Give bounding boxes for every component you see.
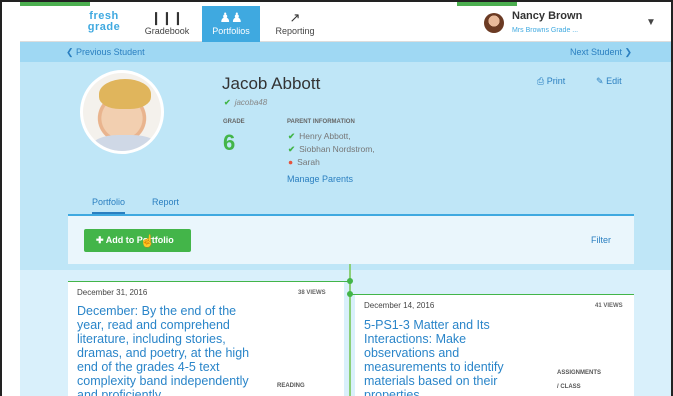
print-button[interactable]: ⎙ Print xyxy=(537,76,565,87)
edit-button[interactable]: ✎ Edit xyxy=(596,76,622,87)
card-title-line: materials based on their xyxy=(364,374,498,388)
user-menu[interactable]: Nancy Brown Mrs Browns Grade ... ▼ xyxy=(478,9,668,39)
parent-name: Sarah xyxy=(297,157,320,167)
manage-parents-link[interactable]: Manage Parents xyxy=(287,174,353,184)
portfolio-card[interactable]: December 31, 2016 38 VIEWS December: By … xyxy=(68,282,344,396)
user-class: Mrs Browns Grade ... xyxy=(512,27,579,34)
chevron-down-icon: ▼ xyxy=(646,17,656,28)
parent-name: Henry Abbott, xyxy=(299,131,351,141)
grade-value: 6 xyxy=(223,130,236,155)
freshgrade-logo[interactable]: fresh grade xyxy=(84,11,124,33)
card-views: 41 VIEWS xyxy=(595,303,623,309)
card-category: READING xyxy=(277,383,305,389)
portfolios-icon: ♟♟ xyxy=(219,10,243,25)
card-title-line: 5-PS1-3 Matter and Its xyxy=(364,318,490,332)
hand-cursor-icon: ☝ xyxy=(140,234,155,248)
check-icon: ✔ xyxy=(288,131,296,141)
avatar-hair xyxy=(99,79,151,109)
previous-student-label: Previous Student xyxy=(76,47,145,57)
card-title-line: observations and xyxy=(364,346,460,360)
student-navigation-bar: ❮ Previous Student Next Student ❯ xyxy=(20,42,671,62)
top-navigation: fresh grade ❙❙❙ Gradebook ♟♟ Portfolios … xyxy=(20,6,671,42)
reporting-icon: ↗ xyxy=(289,10,301,25)
parent-item: ● Sarah xyxy=(288,157,320,167)
tab-portfolio[interactable]: Portfolio xyxy=(92,197,126,214)
filter-link[interactable]: Filter xyxy=(591,235,611,245)
card-title-line: year, read and comprehend xyxy=(77,318,230,332)
plus-icon: ✚ xyxy=(96,235,104,245)
print-label: Print xyxy=(546,76,566,86)
card-title-line: measurements to identify xyxy=(364,360,504,374)
card-title-line: dramas, and poetry, at the high xyxy=(77,346,250,360)
gradebook-icon: ❙❙❙ xyxy=(150,10,184,25)
nav-gradebook-label: Gradebook xyxy=(144,26,190,36)
card-title-line: Interactions: Make xyxy=(364,332,467,346)
student-username: ✔ jacoba48 xyxy=(224,98,267,107)
card-views: 38 VIEWS xyxy=(298,290,326,296)
edit-label: Edit xyxy=(606,76,622,86)
card-title-line: literature, including stories, xyxy=(77,332,226,346)
logo-line-2: grade xyxy=(87,21,121,33)
card-category: ASSIGNMENTS xyxy=(557,370,602,376)
printer-icon: ⎙ xyxy=(537,76,545,86)
card-title-line: and proficiently. xyxy=(77,388,164,396)
check-icon: ✔ xyxy=(288,144,296,154)
nav-reporting[interactable]: ↗ Reporting xyxy=(266,6,324,42)
card-date: December 14, 2016 xyxy=(364,301,435,310)
card-title-line: December: By the end of the xyxy=(77,304,237,318)
parent-name: Siobhan Nordstrom, xyxy=(299,144,375,154)
timeline-dot xyxy=(347,278,353,284)
parent-information-label: PARENT INFORMATION xyxy=(287,119,355,125)
card-category: / CLASS xyxy=(557,384,581,390)
card-title-line: end of the grades 4-5 text xyxy=(77,360,220,374)
nav-gradebook[interactable]: ❙❙❙ Gradebook xyxy=(138,6,196,42)
next-student-link[interactable]: Next Student ❯ xyxy=(570,47,632,58)
student-username-text: jacoba48 xyxy=(234,98,268,107)
add-to-portfolio-button[interactable]: ✚ Add to Portfolio xyxy=(84,229,191,252)
tab-report[interactable]: Report xyxy=(152,197,179,207)
user-avatar xyxy=(484,13,504,33)
card-date: December 31, 2016 xyxy=(77,288,148,297)
app-frame: fresh grade ❙❙❙ Gradebook ♟♟ Portfolios … xyxy=(0,0,673,396)
tab-bar: Portfolio Report xyxy=(68,197,634,215)
student-avatar xyxy=(80,70,164,154)
nav-portfolios-label: Portfolios xyxy=(212,26,250,36)
nav-portfolios[interactable]: ♟♟ Portfolios xyxy=(202,6,260,42)
card-title-line: complexity band independently xyxy=(77,374,249,388)
nav-reporting-label: Reporting xyxy=(275,26,315,36)
parent-item: ✔ Henry Abbott, xyxy=(288,131,351,142)
student-name: Jacob Abbott xyxy=(222,74,321,93)
parent-item: ✔ Siobhan Nordstrom, xyxy=(288,144,375,155)
check-icon: ✔ xyxy=(224,98,231,107)
alert-icon: ● xyxy=(288,157,294,167)
card-title-line: properties. xyxy=(364,388,424,396)
user-name: Nancy Brown xyxy=(512,10,583,22)
timeline-dot xyxy=(347,291,353,297)
grade-label: GRADE xyxy=(223,119,245,125)
portfolio-card[interactable]: December 14, 2016 41 VIEWS 5-PS1-3 Matte… xyxy=(355,295,634,396)
edit-icon: ✎ xyxy=(596,76,604,86)
next-student-label: Next Student xyxy=(570,47,623,57)
previous-student-link[interactable]: ❮ Previous Student xyxy=(66,47,145,58)
